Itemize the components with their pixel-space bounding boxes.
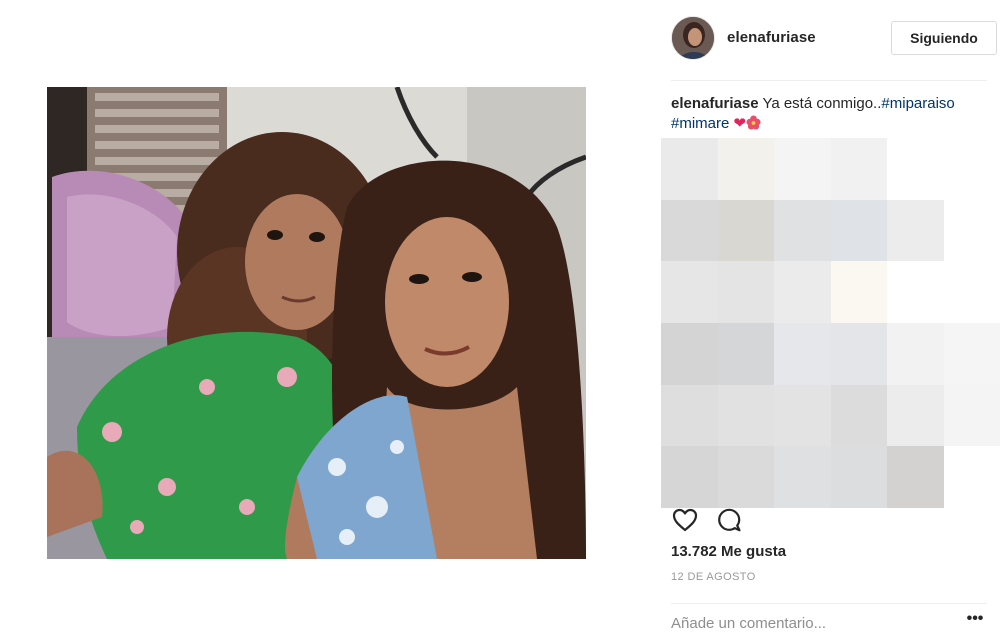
post-photo[interactable] [47,87,586,559]
post-sidebar: elenafuriase Siguiendo elenafuriase Ya e… [661,0,1000,633]
more-options-icon[interactable]: ••• [963,611,987,632]
post-photo-illustration [47,87,586,559]
username-link[interactable]: elenafuriase [727,29,816,46]
post-caption: elenafuriase Ya está conmigo..#miparaiso… [671,94,971,134]
post-date: 12 DE AGOSTO [671,571,756,583]
likes-count[interactable]: 13.782 Me gusta [671,543,786,560]
caption-text: Ya está conmigo.. [758,95,882,112]
caption-username[interactable]: elenafuriase [671,95,759,112]
speech-bubble-icon[interactable] [715,506,743,534]
avatar-picture [672,17,714,59]
post-actions [671,506,771,534]
divider [671,603,987,604]
hashtag-link[interactable]: #miparaiso [881,95,954,112]
hashtag-link[interactable]: #mimare [671,115,729,132]
avatar[interactable] [671,16,715,60]
hibiscus-emoji-icon [746,115,761,130]
post-header: elenafuriase Siguiendo [671,16,997,60]
heart-emoji-icon: ❤ [733,115,747,132]
comment-input[interactable] [671,612,951,633]
divider [671,80,987,81]
heart-outline-icon[interactable] [671,506,699,534]
blurred-comments-area [661,138,1000,508]
following-button[interactable]: Siguiendo [891,21,997,55]
